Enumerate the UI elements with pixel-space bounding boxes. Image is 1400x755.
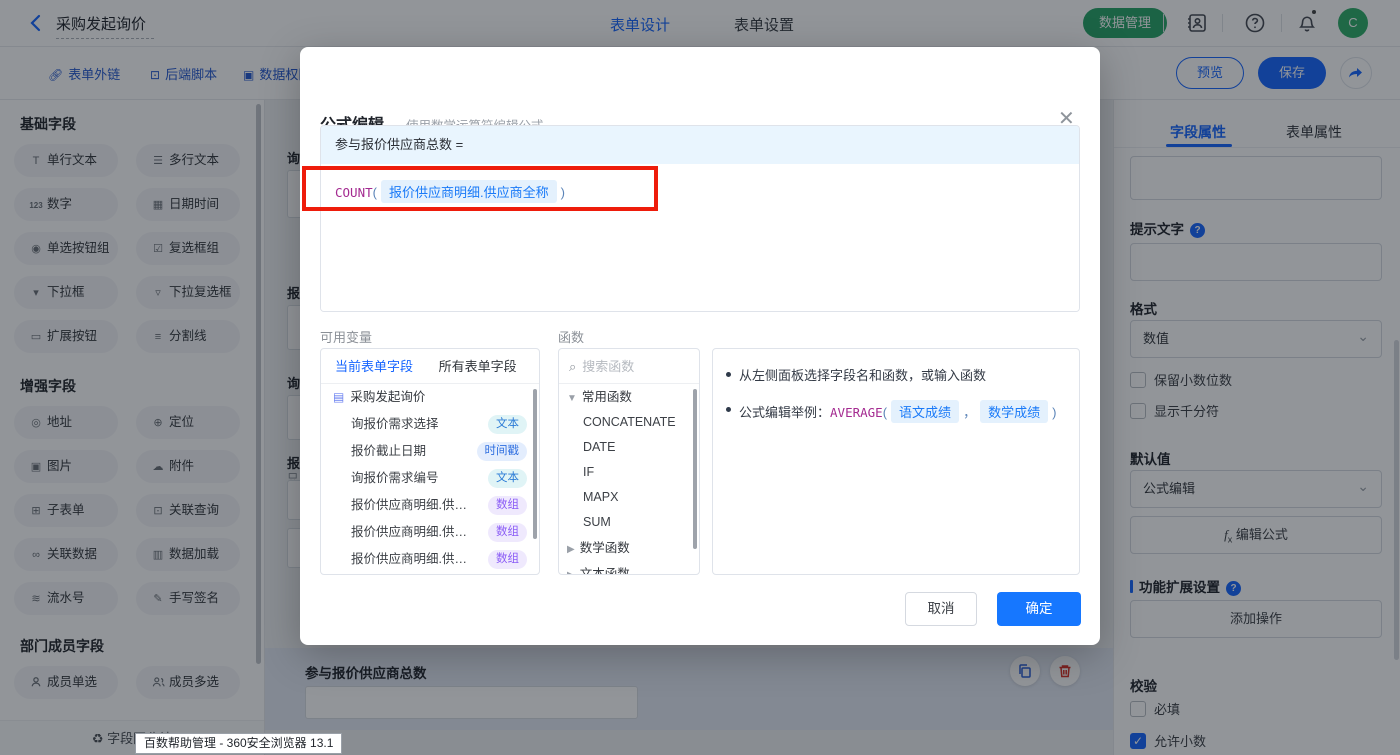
tip-example: 公式编辑举例：AVERAGE(语文成绩，数学成绩) [739,400,1079,423]
type-tag: 文本 [488,469,527,488]
chevron-right-icon: ▶ [567,544,575,555]
type-tag: 数组 [488,496,527,515]
example-token: 语文成绩 [891,400,959,423]
functions-panel: ⌕ ▼常用函数 CONCATENATE DATE IF MAPX SUM ▶数学… [558,348,700,575]
formula-editor-modal: 公式编辑 使用数学运算符编辑公式 ✕ 参与报价供应商总数 = COUNT(报价供… [300,47,1100,645]
variable-row[interactable]: 询报价需求选择文本 [321,411,539,438]
variable-row[interactable]: 询报价需求编号文本 [321,465,539,492]
browser-status-tooltip: 百数帮助管理 - 360安全浏览器 13.1 [135,733,342,754]
function-item[interactable]: DATE [559,435,699,460]
tip-line: 从左侧面板选择字段名和函数，或输入函数 [739,365,1079,384]
type-tag: 时间戳 [477,442,528,461]
cancel-button[interactable]: 取消 [905,592,977,626]
function-search[interactable]: ⌕ [559,349,699,384]
confirm-button[interactable]: 确定 [997,592,1081,626]
variables-label: 可用变量 [320,327,372,346]
variable-row[interactable]: 报价截止日期时间戳 [321,438,539,465]
example-token: 数学成绩 [980,400,1048,423]
variables-scrollbar[interactable] [533,389,537,539]
tab-current-form-fields[interactable]: 当前表单字段 [335,359,413,374]
variables-panel: 当前表单字段 所有表单字段 ▤采购发起询价 询报价需求选择文本 报价截止日期时间… [320,348,540,575]
function-item[interactable]: MAPX [559,485,699,510]
functions-label: 函数 [558,327,584,346]
type-tag: 数组 [488,550,527,569]
variables-root[interactable]: ▤采购发起询价 [321,384,539,411]
chevron-down-icon: ▼ [567,393,577,404]
app-window: 采购发起询价 表单设计 表单设置 数据管理 C 🔗︎表单外链 ⊡后端脚本 ▣数据… [0,0,1400,755]
annotation-red-rectangle [302,166,658,211]
variable-row[interactable]: 报价供应商明细.供应...数组 [321,546,539,573]
function-item[interactable]: CONCATENATE [559,410,699,435]
type-tag: 文本 [488,415,527,434]
tab-all-form-fields[interactable]: 所有表单字段 [439,359,517,374]
variable-row[interactable]: 报价供应商明细.供应商数组 [321,519,539,546]
form-doc-icon: ▤ [333,390,344,404]
formula-editor-box[interactable]: 参与报价供应商总数 = COUNT(报价供应商明细.供应商全称) [320,125,1080,312]
formula-target: 参与报价供应商总数 = [321,126,1079,164]
functions-scrollbar[interactable] [693,389,697,549]
function-item[interactable]: IF [559,460,699,485]
variables-tabs: 当前表单字段 所有表单字段 [321,349,539,384]
function-search-input[interactable] [582,350,672,384]
type-tag: 数组 [488,523,527,542]
example-function: AVERAGE [830,405,883,420]
chevron-right-icon: ▶ [567,570,575,575]
function-item[interactable]: SUM [559,510,699,535]
function-group-text[interactable]: ▶文本函数 [559,561,699,575]
search-icon: ⌕ [569,359,576,374]
variable-row[interactable]: 报价供应商明细.供应...数组 [321,492,539,519]
function-group-math[interactable]: ▶数学函数 [559,535,699,561]
function-group-common[interactable]: ▼常用函数 [559,384,699,410]
tips-panel: 从左侧面板选择字段名和函数，或输入函数 公式编辑举例：AVERAGE(语文成绩，… [712,348,1080,575]
